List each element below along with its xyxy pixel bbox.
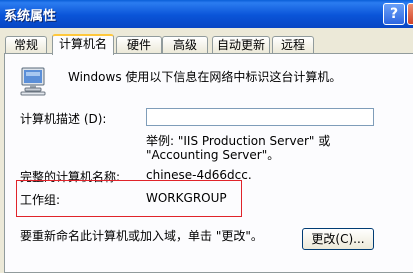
title-bar: 系统属性 ? bbox=[0, 0, 413, 28]
tab-computer-name[interactable]: 计算机名 bbox=[52, 34, 114, 55]
tab-general[interactable]: 常规 bbox=[5, 36, 47, 53]
workgroup-label: 工作组: bbox=[20, 193, 61, 207]
computer-description-input[interactable] bbox=[146, 108, 374, 126]
tab-strip: 常规 计算机名 硬件 高级 自动更新 远程 bbox=[0, 34, 413, 55]
help-button[interactable]: ? bbox=[383, 3, 405, 25]
tab-remote[interactable]: 远程 bbox=[272, 36, 314, 53]
computer-icon bbox=[20, 67, 46, 96]
window-title: 系统属性 bbox=[4, 9, 57, 24]
workgroup-value: WORKGROUP bbox=[146, 191, 227, 205]
tab-hardware[interactable]: 硬件 bbox=[116, 36, 162, 53]
description-text: Windows 使用以下信息在网络中标识这台计算机。 bbox=[68, 70, 342, 84]
change-button[interactable]: 更改(C)... bbox=[302, 228, 374, 250]
rename-instruction: 要重新命名此计算机或加入域，单击 "更改"。 bbox=[20, 229, 263, 243]
close-button[interactable] bbox=[407, 3, 413, 25]
example-text: 举例: "IIS Production Server" 或 "Accountin… bbox=[146, 134, 331, 162]
tab-advanced[interactable]: 高级 bbox=[162, 36, 208, 53]
computer-description-label: 计算机描述 (D): bbox=[20, 112, 107, 126]
tab-automatic-updates[interactable]: 自动更新 bbox=[212, 36, 270, 53]
